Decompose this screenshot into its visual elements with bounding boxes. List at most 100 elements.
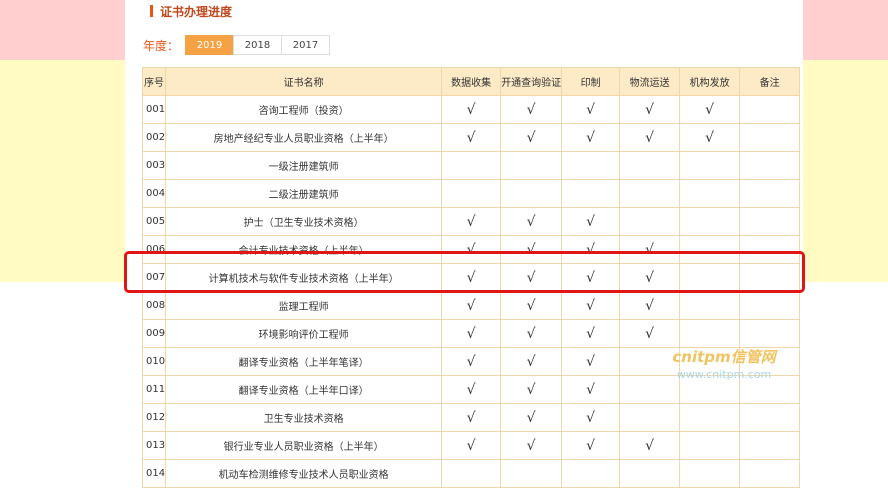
check-mark-icon: √ — [586, 213, 596, 230]
note-cell — [739, 179, 801, 208]
step-cell-distribution — [679, 291, 741, 320]
step-cell-data-collection: √ — [441, 95, 502, 124]
column-header-query-verification: 开通查询验证 — [500, 67, 563, 96]
step-cell-printing: √ — [561, 123, 621, 152]
check-mark-icon: √ — [645, 297, 655, 314]
column-header-distribution: 机构发放 — [679, 67, 741, 96]
check-mark-icon: √ — [705, 101, 715, 118]
step-cell-printing: √ — [561, 403, 621, 432]
table-row: 004 二级注册建筑师 — [141, 179, 801, 208]
row-number: 010 — [141, 347, 167, 376]
watermark-url: www.cnitpm.com — [676, 368, 772, 381]
table-row: 005 护士（卫生专业技术资格） √ √ √ — [141, 207, 801, 236]
row-number: 003 — [141, 151, 167, 180]
column-header-note: 备注 — [739, 67, 801, 96]
check-mark-icon: √ — [586, 409, 596, 426]
step-cell-distribution — [679, 459, 741, 488]
check-mark-icon: √ — [466, 325, 476, 342]
table-header-row: 序号 证书名称 数据收集 开通查询验证 印制 物流运送 机构发放 备注 — [141, 67, 801, 96]
certificate-name: 会计专业技术资格（上半年） — [165, 235, 443, 264]
check-mark-icon: √ — [526, 129, 536, 146]
step-cell-data-collection: √ — [441, 291, 502, 320]
step-cell-query-verification: √ — [500, 95, 563, 124]
step-cell-query-verification: √ — [500, 403, 563, 432]
row-number: 009 — [141, 319, 167, 348]
table-row: 013 银行业专业人员职业资格（上半年） √ √ √ √ — [141, 431, 801, 460]
check-mark-icon: √ — [526, 325, 536, 342]
step-cell-query-verification — [500, 459, 563, 488]
section-header: 证书办理进度 — [150, 4, 232, 19]
step-cell-printing: √ — [561, 207, 621, 236]
check-mark-icon: √ — [526, 381, 536, 398]
table-row: 008 监理工程师 √ √ √ √ — [141, 291, 801, 320]
step-cell-data-collection: √ — [441, 319, 502, 348]
watermark: cnitpm信管网 www.cnitpm.com — [664, 346, 784, 381]
certificate-name: 翻译专业资格（上半年笔译） — [165, 347, 443, 376]
certificate-name: 翻译专业资格（上半年口译） — [165, 375, 443, 404]
step-cell-logistics: √ — [619, 235, 681, 264]
step-cell-distribution — [679, 235, 741, 264]
step-cell-query-verification: √ — [500, 375, 563, 404]
check-mark-icon: √ — [645, 269, 655, 286]
step-cell-data-collection: √ — [441, 235, 502, 264]
year-tab-2018[interactable]: 2018 — [233, 35, 283, 55]
step-cell-distribution — [679, 179, 741, 208]
year-filter-label: 年度： — [143, 38, 180, 53]
table-row: 001 咨询工程师（投资） √ √ √ √ √ — [141, 95, 801, 124]
check-mark-icon: √ — [526, 353, 536, 370]
check-mark-icon: √ — [705, 129, 715, 146]
note-cell — [739, 123, 801, 152]
check-mark-icon: √ — [466, 437, 476, 454]
step-cell-data-collection — [441, 459, 502, 488]
check-mark-icon: √ — [526, 297, 536, 314]
step-cell-printing: √ — [561, 431, 621, 460]
step-cell-data-collection: √ — [441, 403, 502, 432]
check-mark-icon: √ — [466, 381, 476, 398]
column-header-printing: 印制 — [561, 67, 621, 96]
table-row: 009 环境影响评价工程师 √ √ √ √ — [141, 319, 801, 348]
step-cell-data-collection: √ — [441, 431, 502, 460]
year-tab-2019[interactable]: 2019 — [185, 35, 235, 55]
note-cell — [739, 235, 801, 264]
step-cell-query-verification: √ — [500, 319, 563, 348]
check-mark-icon: √ — [526, 409, 536, 426]
year-tab-2017[interactable]: 2017 — [281, 35, 331, 55]
step-cell-logistics: √ — [619, 431, 681, 460]
step-cell-printing: √ — [561, 95, 621, 124]
step-cell-logistics — [619, 151, 681, 180]
step-cell-distribution — [679, 319, 741, 348]
check-mark-icon: √ — [586, 241, 596, 258]
step-cell-query-verification: √ — [500, 263, 563, 292]
table-row: 014 机动车检测维修专业技术人员职业资格 — [141, 459, 801, 488]
check-mark-icon: √ — [586, 101, 596, 118]
check-mark-icon: √ — [526, 269, 536, 286]
certificate-progress-table: 序号 证书名称 数据收集 开通查询验证 印制 物流运送 机构发放 备注 001 咨… — [141, 67, 801, 488]
certificate-name: 二级注册建筑师 — [165, 179, 443, 208]
table-row: 003 一级注册建筑师 — [141, 151, 801, 180]
row-number: 004 — [141, 179, 167, 208]
step-cell-logistics — [619, 459, 681, 488]
certificate-name: 护士（卫生专业技术资格） — [165, 207, 443, 236]
check-mark-icon: √ — [645, 241, 655, 258]
row-number: 013 — [141, 431, 167, 460]
row-number: 002 — [141, 123, 167, 152]
note-cell — [739, 403, 801, 432]
table-row: 012 卫生专业技术资格 √ √ √ — [141, 403, 801, 432]
step-cell-logistics: √ — [619, 319, 681, 348]
check-mark-icon: √ — [526, 241, 536, 258]
note-cell — [739, 207, 801, 236]
step-cell-printing: √ — [561, 319, 621, 348]
step-cell-printing — [561, 151, 621, 180]
step-cell-query-verification: √ — [500, 123, 563, 152]
check-mark-icon: √ — [466, 129, 476, 146]
step-cell-printing: √ — [561, 235, 621, 264]
step-cell-printing: √ — [561, 347, 621, 376]
check-mark-icon: √ — [586, 325, 596, 342]
step-cell-data-collection: √ — [441, 123, 502, 152]
check-mark-icon: √ — [586, 129, 596, 146]
table-row: 006 会计专业技术资格（上半年） √ √ √ √ — [141, 235, 801, 264]
watermark-logo-text: cnitpm信管网 — [672, 348, 776, 366]
certificate-name: 银行业专业人员职业资格（上半年） — [165, 431, 443, 460]
column-header-name: 证书名称 — [165, 67, 443, 96]
certificate-name: 计算机技术与软件专业技术资格（上半年） — [165, 263, 443, 292]
